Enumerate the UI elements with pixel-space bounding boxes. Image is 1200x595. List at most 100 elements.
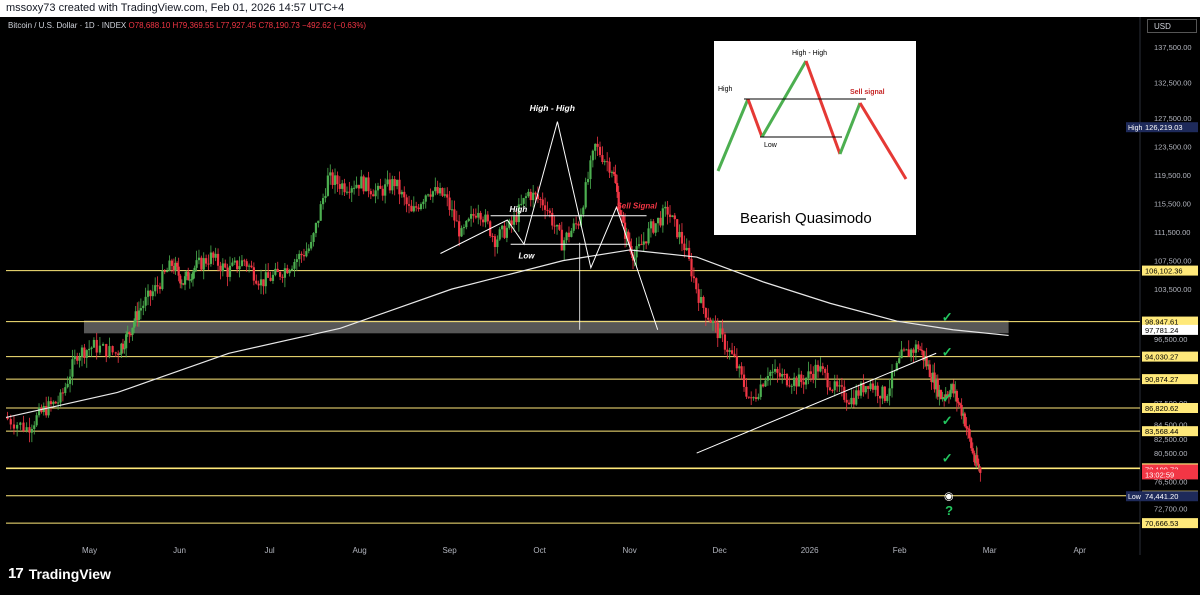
candle-body — [584, 182, 587, 208]
candle-body — [666, 206, 669, 215]
candle-body — [797, 374, 801, 387]
candle-body — [216, 253, 220, 266]
eye-icon: ◉ — [944, 491, 954, 503]
candle-body — [324, 195, 327, 199]
candle-body — [314, 222, 318, 234]
candle-body — [443, 194, 446, 196]
x-tick-label: Dec — [713, 546, 727, 555]
candle-body — [28, 427, 31, 433]
candle-body — [814, 364, 817, 380]
candle-body — [317, 220, 320, 223]
candle-body — [92, 339, 96, 348]
candle-body — [431, 191, 435, 197]
candle-body — [591, 150, 594, 161]
candle-body — [888, 388, 891, 396]
candle-body — [68, 376, 72, 384]
candle-body — [589, 160, 592, 180]
candle-body — [560, 229, 563, 251]
candle-body — [434, 187, 437, 192]
candle-body — [612, 171, 616, 175]
candle-body — [752, 397, 755, 399]
candle-body — [177, 266, 180, 276]
candle-body — [197, 257, 201, 261]
candle-body — [572, 223, 575, 231]
candle-body — [398, 179, 401, 195]
candle-body — [719, 328, 722, 339]
chart-area[interactable]: Bitcoin / U.S. Dollar · 1D · INDEX O78,6… — [0, 17, 1200, 555]
candle-body — [912, 349, 915, 353]
candle-body — [247, 265, 251, 267]
candle-body — [883, 386, 886, 401]
candle-body — [331, 172, 334, 185]
candle-body — [688, 247, 691, 259]
symbol-name: Bitcoin / U.S. Dollar · 1D · INDEX — [8, 21, 127, 30]
candle-body — [745, 386, 748, 397]
candle-body — [19, 422, 22, 425]
candle-body — [474, 215, 477, 218]
candle-body — [673, 215, 676, 220]
candle-body — [678, 231, 681, 238]
candle-body — [49, 401, 53, 405]
candle-body — [766, 375, 769, 381]
candle-body — [298, 253, 301, 260]
candle-body — [149, 290, 152, 297]
candle-body — [446, 194, 449, 198]
candle-body — [259, 279, 263, 286]
candle-body — [610, 171, 614, 173]
candle-body — [187, 271, 190, 281]
candle-body — [522, 198, 525, 204]
candle-body — [902, 349, 906, 351]
candle-body — [288, 270, 291, 274]
candle-body — [594, 143, 597, 151]
candle-body — [88, 348, 91, 351]
candle-body — [850, 397, 853, 405]
candle-body — [310, 241, 313, 249]
candle-body — [228, 265, 232, 277]
x-tick-label: Jul — [264, 546, 274, 555]
price-chart[interactable]: 137,500.00 132,500.00 127,500.00 123,500.00… — [0, 17, 1200, 555]
candle-body — [614, 174, 617, 184]
candle-body — [917, 344, 920, 350]
candle-body — [200, 257, 203, 270]
candle-body — [290, 268, 294, 271]
candle-body — [503, 225, 506, 238]
candle-body — [575, 223, 578, 225]
candle-body — [857, 390, 860, 396]
candle-body — [355, 184, 358, 188]
candle-body — [300, 253, 303, 256]
candle-body — [193, 267, 196, 273]
candle-body — [598, 146, 602, 156]
candle-body — [654, 223, 657, 233]
candle-body — [534, 192, 537, 195]
candle-body — [436, 187, 439, 194]
candle-body — [910, 349, 913, 357]
x-tick-label: Apr — [1073, 546, 1086, 555]
candle-body — [190, 279, 193, 281]
chart-legend: Bitcoin / U.S. Dollar · 1D · INDEX O78,6… — [8, 21, 366, 30]
high-value: 79,369.55 — [178, 21, 214, 30]
currency-selector[interactable]: USD — [1147, 19, 1197, 33]
candle-body — [257, 283, 260, 286]
candle-body — [754, 397, 758, 400]
candle-body — [59, 392, 62, 403]
candle-body — [843, 386, 846, 400]
candle-body — [928, 364, 931, 378]
candle-body — [338, 184, 341, 189]
candle-body — [326, 175, 329, 196]
candle-body — [527, 191, 530, 197]
candle-body — [66, 383, 69, 388]
inset-label: Sell signal — [850, 89, 885, 96]
candle-body — [697, 289, 700, 303]
candle-body — [603, 161, 606, 163]
candle-body — [343, 183, 346, 193]
supply-zone — [83, 320, 1009, 334]
candle-body — [793, 377, 796, 386]
candle-body — [183, 276, 187, 285]
candle-body — [133, 322, 136, 328]
candle-body — [400, 191, 403, 195]
candle-body — [274, 268, 277, 275]
annotation-high-high: High - High — [530, 103, 575, 113]
candle-body — [486, 214, 489, 222]
candle-body — [596, 143, 599, 147]
candle-body — [721, 328, 724, 335]
